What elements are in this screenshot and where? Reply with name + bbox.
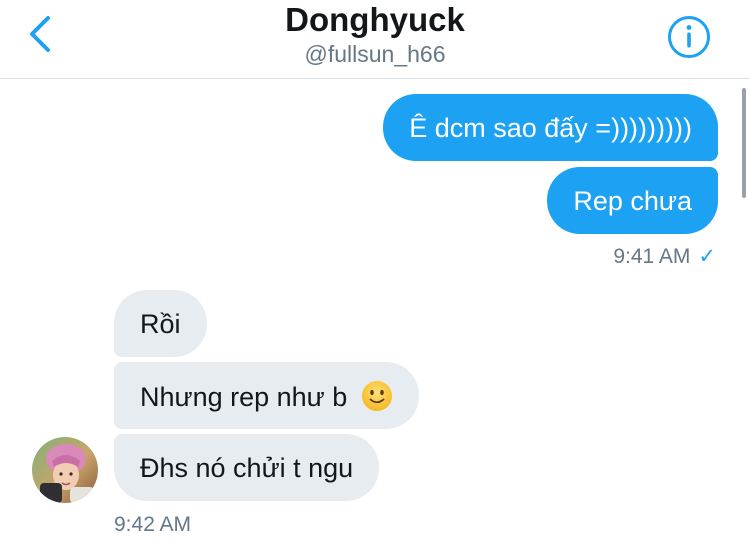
- sent-timestamp: 9:41 AM ✓: [613, 244, 716, 270]
- sent-message-bubble[interactable]: Rep chưa: [547, 167, 718, 234]
- scroll-indicator[interactable]: [742, 88, 746, 198]
- sent-message-bubble[interactable]: Ê dcm sao đấy =))))))))): [383, 94, 718, 161]
- received-message-bubble[interactable]: Rồi: [114, 290, 207, 357]
- avatar-image: [32, 437, 98, 503]
- received-message-bubble[interactable]: Đhs nó chửi t ngu: [114, 434, 380, 501]
- received-timestamp: 9:42 AM: [114, 513, 192, 536]
- avatar[interactable]: [32, 437, 98, 503]
- message-text: Rep chưa: [573, 186, 692, 216]
- message-text: Đhs nó chửi t ngu: [140, 453, 354, 483]
- timestamp-text: 9:41 AM: [613, 245, 691, 268]
- message-text: Ê dcm sao đấy =))))))))): [409, 113, 692, 143]
- info-icon: [668, 16, 710, 58]
- checkmark-icon: ✓: [698, 245, 716, 268]
- message-text: Nhưng rep như b: [140, 382, 348, 412]
- conversation-header: Donghyuck @fullsun_h66: [0, 0, 750, 79]
- user-handle[interactable]: @fullsun_h66: [0, 40, 750, 68]
- message-text: Rồi: [140, 309, 181, 339]
- info-button[interactable]: [666, 14, 712, 60]
- slightly-smiling-face-icon: [361, 381, 392, 411]
- received-message-bubble[interactable]: Nhưng rep như b: [114, 362, 419, 429]
- conversation-title[interactable]: Donghyuck: [0, 2, 750, 38]
